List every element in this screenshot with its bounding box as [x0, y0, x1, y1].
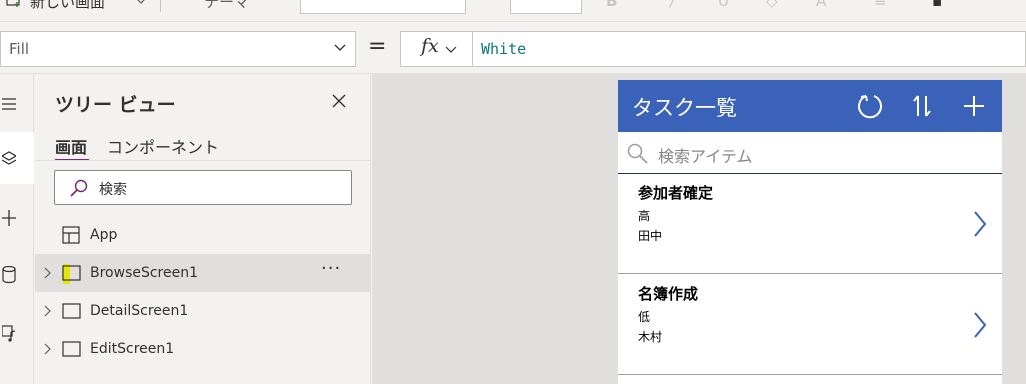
bold-icon[interactable]: B [606, 0, 617, 10]
chevron-down-icon [445, 46, 457, 53]
chevron-right-icon[interactable] [972, 210, 988, 238]
fx-icon: fx [421, 35, 439, 57]
insert-button[interactable] [0, 194, 34, 246]
sort-icon[interactable] [912, 92, 932, 120]
tree-node-label: BrowseScreen1 [90, 265, 199, 281]
tree-view-panel: ツリー ビュー 画面 コンポーネント 検索 App BrowseScreen1 … [35, 74, 371, 384]
property-value: Fill [9, 40, 30, 58]
equals-sign: = [368, 34, 387, 59]
item-title: 名簿作成 [638, 285, 699, 303]
fx-button[interactable]: fx [401, 32, 473, 66]
chevron-right-icon[interactable] [972, 311, 988, 339]
media-button[interactable] [0, 308, 34, 360]
ribbon-toolbar: 新しい画面 テーマ B / U ◇ A ≡ ▪ [0, 0, 1026, 22]
underline-icon[interactable]: U [718, 0, 729, 10]
app-screen-preview[interactable]: タスク一覧 検索アイテム 参加者確定 高 田中 名簿作成 低 木村 [618, 80, 1002, 384]
media-icon [2, 325, 16, 342]
tree-node-label: App [90, 227, 118, 243]
design-canvas: タスク一覧 検索アイテム 参加者確定 高 田中 名簿作成 低 木村 [372, 74, 1026, 384]
tab-components[interactable]: コンポーネント [107, 134, 219, 158]
item-title: 参加者確定 [638, 184, 714, 202]
tree-view-button[interactable] [0, 132, 34, 184]
data-icon [2, 266, 16, 284]
tree-node-editscreen1[interactable]: EditScreen1 [35, 330, 371, 368]
align-icon[interactable]: ≡ [874, 0, 887, 10]
refresh-icon[interactable] [856, 92, 884, 120]
more-ribbon-icon[interactable]: ▪ [932, 0, 942, 10]
left-rail [0, 74, 34, 384]
chevron-down-icon [137, 0, 145, 4]
tab-screens[interactable]: 画面 [55, 134, 87, 158]
tree-node-browsescreen1[interactable]: BrowseScreen1 ··· [35, 254, 371, 292]
item-priority: 高 [638, 209, 651, 223]
add-icon[interactable] [962, 92, 986, 120]
close-icon[interactable] [331, 93, 347, 109]
screen-icon [62, 303, 81, 319]
menu-button[interactable] [0, 78, 34, 130]
menu-icon [2, 98, 16, 110]
chevron-down-icon [334, 44, 346, 51]
item-owner: 田中 [638, 229, 663, 243]
tree-node-app[interactable]: App [35, 216, 371, 254]
property-dropdown[interactable]: Fill [0, 31, 356, 67]
data-button[interactable] [0, 250, 34, 302]
new-screen-icon [6, 0, 20, 7]
search-placeholder: 検索 [99, 182, 127, 198]
app-header: タスク一覧 [618, 80, 1002, 132]
gallery-item[interactable]: 名簿作成 低 木村 [618, 275, 1002, 375]
chevron-right-icon[interactable] [43, 267, 53, 279]
italic-icon[interactable]: / [670, 0, 675, 10]
theme-button[interactable]: テーマ [204, 0, 249, 12]
chevron-right-icon[interactable] [43, 305, 53, 317]
search-icon [70, 179, 88, 197]
app-title: タスク一覧 [632, 96, 737, 120]
tree-view-title: ツリー ビュー [55, 94, 176, 116]
new-screen-button[interactable]: 新しい画面 [30, 0, 105, 12]
tree-node-label: DetailScreen1 [90, 303, 189, 319]
theme-icon [178, 0, 194, 6]
gallery-item[interactable]: 参加者確定 高 田中 [618, 174, 1002, 274]
formula-input-box[interactable]: fx White [400, 31, 1026, 67]
tree-search-input[interactable]: 検索 [54, 170, 352, 205]
search-placeholder: 検索アイテム [658, 147, 753, 166]
formula-text[interactable]: White [481, 40, 526, 58]
more-options-icon[interactable]: ··· [321, 258, 341, 279]
layers-icon [2, 151, 16, 165]
chevron-right-icon[interactable] [43, 343, 53, 355]
ribbon-separator [160, 0, 161, 12]
item-priority: 低 [638, 310, 651, 324]
search-icon [627, 143, 648, 164]
screen-icon [62, 341, 81, 357]
formula-bar: Fill = fx White [0, 22, 1026, 74]
font-color-icon[interactable]: A [816, 0, 826, 10]
screen-icon [62, 265, 81, 281]
tree-node-detailscreen1[interactable]: DetailScreen1 [35, 292, 371, 330]
tree-node-label: EditScreen1 [90, 341, 175, 357]
tabs-divider [35, 160, 371, 161]
font-select[interactable] [300, 0, 466, 14]
app-icon [62, 226, 80, 244]
item-owner: 木村 [638, 330, 663, 344]
power-apps-studio: 新しい画面 テーマ B / U ◇ A ≡ ▪ Fill = fx White [0, 0, 1026, 384]
app-search-box[interactable]: 検索アイテム [618, 132, 1002, 174]
insert-icon [2, 210, 16, 226]
font-size-select[interactable] [510, 0, 582, 14]
fill-icon[interactable]: ◇ [766, 0, 778, 10]
